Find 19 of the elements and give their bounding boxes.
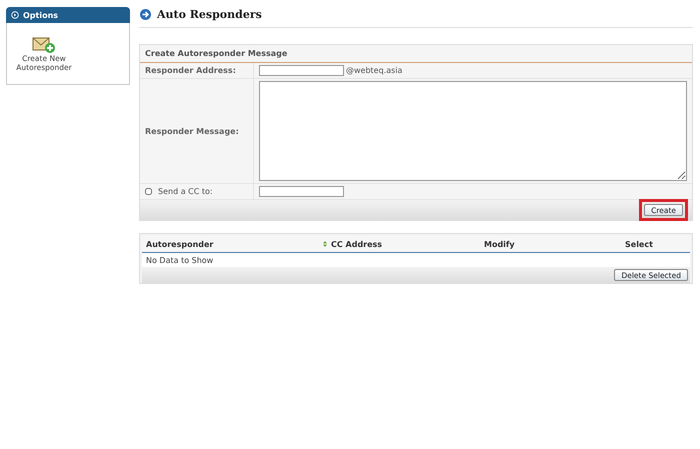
page-title: Auto Responders	[157, 8, 262, 20]
column-header[interactable]: Autoresponder	[146, 240, 214, 248]
panel-title: Options	[23, 10, 58, 20]
cc-checkbox[interactable]	[145, 188, 152, 195]
field-label: Responder Address:	[145, 66, 236, 75]
field-label: Responder Message:	[145, 126, 239, 136]
column-header[interactable]: CC Address	[331, 240, 382, 248]
column-header[interactable]: Modify	[484, 240, 515, 248]
sort-icon[interactable]	[323, 241, 327, 247]
message-field[interactable]	[259, 81, 687, 181]
field-label: Send a CC to:	[158, 187, 213, 196]
cc-field[interactable]	[259, 186, 344, 197]
envelope-add-icon	[32, 36, 56, 54]
empty-message: No Data to Show	[146, 256, 214, 264]
domain-text: @webteq.asia	[346, 66, 402, 75]
form-title: Create Autoresponder Message	[145, 49, 288, 58]
address-field[interactable]	[259, 65, 344, 76]
arrow-circle-icon	[140, 8, 151, 20]
column-header[interactable]: Select	[625, 240, 653, 248]
